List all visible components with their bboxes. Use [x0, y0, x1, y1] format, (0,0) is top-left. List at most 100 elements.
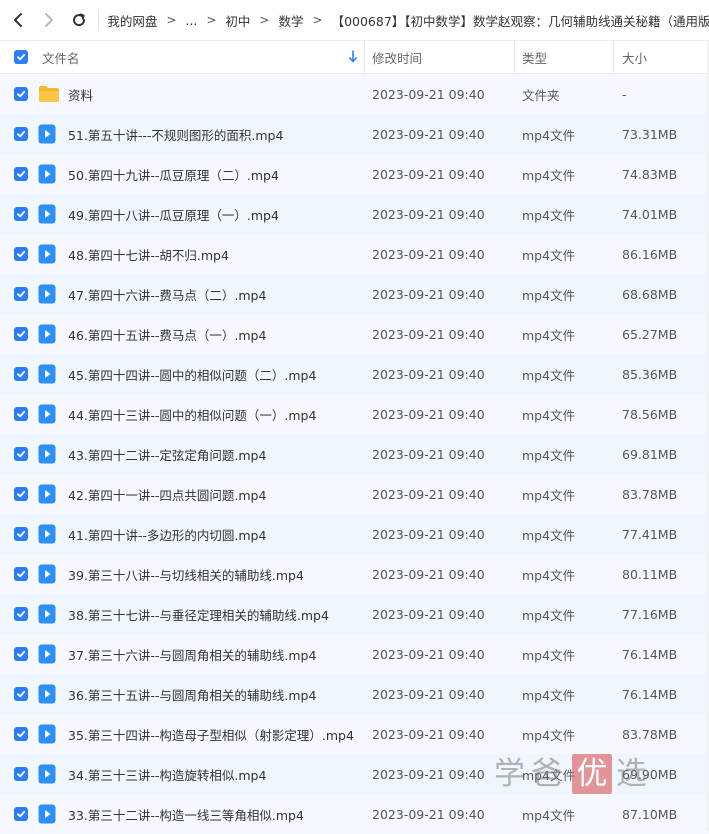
file-row[interactable]: 35.第三十四讲--构造母子型相似（射影定理）.mp4 2023-09-21 09…	[0, 714, 709, 754]
file-row[interactable]: 48.第四十七讲--胡不归.mp4 2023-09-21 09:40 mp4文件 86…	[0, 234, 709, 274]
file-type-icon	[38, 154, 56, 194]
file-row[interactable]: 46.第四十五讲--费马点（一）.mp4 2023-09-21 09:40 mp4文…	[0, 314, 709, 354]
row-checkbox[interactable]	[14, 194, 28, 234]
checkbox-checked-icon	[14, 807, 28, 821]
row-checkbox[interactable]	[14, 354, 28, 394]
file-row[interactable]: 43.第四十二讲--定弦定角问题.mp4 2023-09-21 09:40 mp4文…	[0, 434, 709, 474]
column-divider[interactable]	[613, 41, 614, 73]
row-checkbox[interactable]	[14, 114, 28, 154]
breadcrumb-item[interactable]: 数学	[278, 11, 303, 30]
row-checkbox[interactable]	[14, 594, 28, 634]
column-divider[interactable]	[364, 41, 365, 73]
file-row[interactable]: 49.第四十八讲--瓜豆原理（一）.mp4 2023-09-21 09:40 mp4…	[0, 194, 709, 234]
back-button[interactable]	[6, 0, 29, 40]
breadcrumb-item[interactable]: 初中	[225, 11, 250, 30]
file-type: mp4文件	[522, 487, 576, 503]
breadcrumb-item[interactable]: 【000687】【初中数学】数学赵观察：几何辅助线通关秘籍（通用版）	[332, 11, 709, 30]
file-type-icon	[38, 674, 56, 714]
row-checkbox[interactable]	[14, 554, 28, 594]
file-name[interactable]: 42.第四十一讲--四点共圆问题.mp4	[68, 474, 266, 514]
file-name[interactable]: 43.第四十二讲--定弦定角问题.mp4	[68, 434, 266, 474]
file-type: mp4文件	[522, 367, 576, 383]
column-header-size[interactable]: 大小	[622, 41, 647, 73]
video-file-icon	[38, 684, 56, 704]
row-checkbox[interactable]	[14, 714, 28, 754]
video-file-icon	[38, 444, 56, 464]
file-name[interactable]: 34.第三十三讲--构造旋转相似.mp4	[68, 754, 266, 794]
file-name[interactable]: 33.第三十二讲--构造一线三等角相似.mp4	[68, 794, 304, 834]
file-size: 77.41MB	[622, 526, 678, 542]
refresh-icon	[72, 13, 85, 27]
file-type: mp4文件	[522, 247, 576, 263]
file-name[interactable]: 45.第四十四讲--圆中的相似问题（二）.mp4	[68, 354, 316, 394]
checkbox-checked-icon	[14, 50, 28, 64]
row-checkbox[interactable]	[14, 274, 28, 314]
file-row[interactable]: 36.第三十五讲--与圆周角相关的辅助线.mp4 2023-09-21 09:40…	[0, 674, 709, 714]
breadcrumb-item[interactable]: 我的网盘	[107, 11, 157, 30]
file-modified: 2023-09-21 09:40	[372, 446, 485, 462]
file-name[interactable]: 36.第三十五讲--与圆周角相关的辅助线.mp4	[68, 674, 316, 714]
file-row[interactable]: 33.第三十二讲--构造一线三等角相似.mp4 2023-09-21 09:40 m…	[0, 794, 709, 834]
row-checkbox[interactable]	[14, 514, 28, 554]
file-name[interactable]: 37.第三十六讲--与圆周角相关的辅助线.mp4	[68, 634, 316, 674]
file-name[interactable]: 41.第四十讲--多边形的内切圆.mp4	[68, 514, 266, 554]
file-name[interactable]: 38.第三十七讲--与垂径定理相关的辅助线.mp4	[68, 594, 329, 634]
file-row[interactable]: 34.第三十三讲--构造旋转相似.mp4 2023-09-21 09:40 mp4文…	[0, 754, 709, 794]
file-name[interactable]: 44.第四十三讲--圆中的相似问题（一）.mp4	[68, 394, 316, 434]
file-name[interactable]: 49.第四十八讲--瓜豆原理（一）.mp4	[68, 194, 279, 234]
refresh-button[interactable]	[67, 0, 90, 40]
checkbox-checked-icon	[14, 367, 28, 381]
file-name[interactable]: 48.第四十七讲--胡不归.mp4	[68, 234, 229, 274]
file-type: mp4文件	[522, 407, 576, 423]
row-checkbox[interactable]	[14, 74, 28, 114]
file-name[interactable]: 51.第五十讲---不规则图形的面积.mp4	[68, 114, 283, 154]
sort-down-icon[interactable]	[348, 50, 358, 64]
video-file-icon	[38, 204, 56, 224]
row-checkbox[interactable]	[14, 394, 28, 434]
file-name[interactable]: 50.第四十九讲--瓜豆原理（二）.mp4	[68, 154, 279, 194]
file-type-icon	[38, 514, 56, 554]
file-type-icon	[38, 794, 56, 834]
row-checkbox[interactable]	[14, 674, 28, 714]
file-size: 87.10MB	[622, 806, 678, 822]
file-name[interactable]: 39.第三十八讲--与切线相关的辅助线.mp4	[68, 554, 304, 594]
file-name[interactable]: 35.第三十四讲--构造母子型相似（射影定理）.mp4	[68, 714, 354, 754]
row-checkbox[interactable]	[14, 314, 28, 354]
file-row[interactable]: 42.第四十一讲--四点共圆问题.mp4 2023-09-21 09:40 mp4文…	[0, 474, 709, 514]
file-row[interactable]: 50.第四十九讲--瓜豆原理（二）.mp4 2023-09-21 09:40 mp4…	[0, 154, 709, 194]
column-divider[interactable]	[514, 41, 515, 73]
column-header-modified[interactable]: 修改时间	[372, 41, 422, 73]
row-checkbox[interactable]	[14, 434, 28, 474]
row-checkbox[interactable]	[14, 234, 28, 274]
file-row[interactable]: 51.第五十讲---不规则图形的面积.mp4 2023-09-21 09:40 mp…	[0, 114, 709, 154]
row-checkbox[interactable]	[14, 794, 28, 834]
file-name[interactable]: 46.第四十五讲--费马点（一）.mp4	[68, 314, 266, 354]
file-row[interactable]: 39.第三十八讲--与切线相关的辅助线.mp4 2023-09-21 09:40 m…	[0, 554, 709, 594]
file-name[interactable]: 47.第四十六讲--费马点（二）.mp4	[68, 274, 266, 314]
nav-divider	[98, 10, 100, 30]
row-checkbox[interactable]	[14, 754, 28, 794]
file-row[interactable]: 47.第四十六讲--费马点（二）.mp4 2023-09-21 09:40 mp4文…	[0, 274, 709, 314]
folder-icon	[39, 86, 59, 102]
forward-button[interactable]	[37, 0, 60, 40]
file-row[interactable]: 资料 2023-09-21 09:40 文件夹 -	[0, 74, 709, 114]
file-type-icon	[38, 114, 56, 154]
file-row[interactable]: 45.第四十四讲--圆中的相似问题（二）.mp4 2023-09-21 09:40…	[0, 354, 709, 394]
file-name[interactable]: 资料	[68, 74, 93, 114]
row-checkbox[interactable]	[14, 154, 28, 194]
row-checkbox[interactable]	[14, 634, 28, 674]
file-row[interactable]: 37.第三十六讲--与圆周角相关的辅助线.mp4 2023-09-21 09:40…	[0, 634, 709, 674]
file-modified: 2023-09-21 09:40	[372, 646, 485, 662]
video-file-icon	[38, 164, 56, 184]
checkbox-checked-icon	[14, 767, 28, 781]
file-row[interactable]: 38.第三十七讲--与垂径定理相关的辅助线.mp4 2023-09-21 09:4…	[0, 594, 709, 634]
file-row[interactable]: 41.第四十讲--多边形的内切圆.mp4 2023-09-21 09:40 mp4文…	[0, 514, 709, 554]
column-header-name[interactable]: 文件名	[42, 41, 80, 73]
row-checkbox[interactable]	[14, 474, 28, 514]
column-header-type[interactable]: 类型	[522, 41, 547, 73]
file-modified: 2023-09-21 09:40	[372, 366, 485, 382]
file-row[interactable]: 44.第四十三讲--圆中的相似问题（一）.mp4 2023-09-21 09:40…	[0, 394, 709, 434]
select-all-checkbox[interactable]	[14, 41, 28, 73]
breadcrumb-item[interactable]: ...	[185, 13, 197, 28]
file-type: mp4文件	[522, 167, 576, 183]
